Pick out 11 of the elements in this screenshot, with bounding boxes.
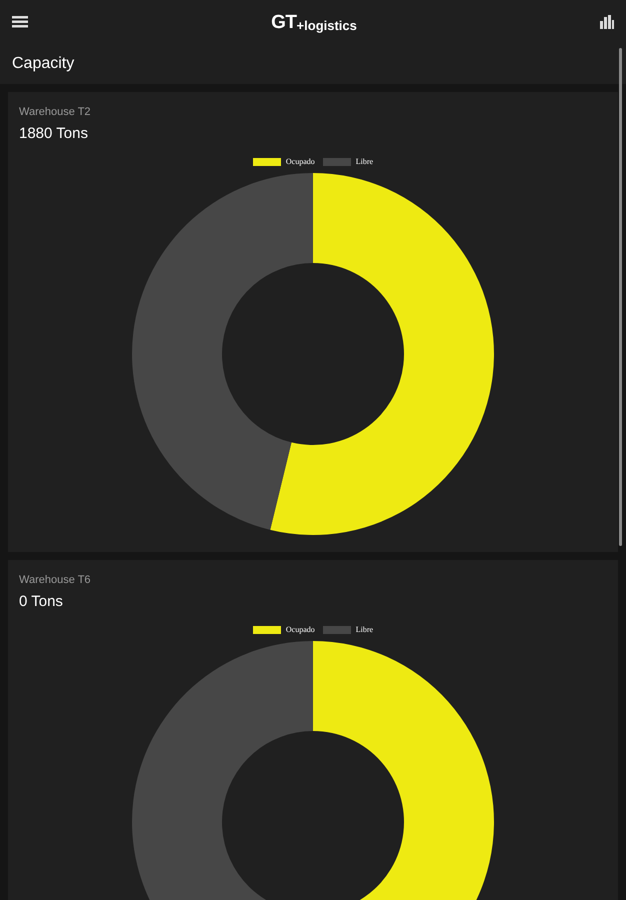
logo-mark: GT xyxy=(271,12,297,32)
legend-label: Ocupado xyxy=(286,624,315,636)
logo-text: +logistics xyxy=(296,18,357,32)
capacity-value: 1880 Tons xyxy=(19,124,89,144)
legend-label: Libre xyxy=(356,156,374,168)
warehouse-label: Warehouse T2 xyxy=(19,105,92,120)
warehouse-label: Warehouse T6 xyxy=(19,573,92,588)
page-title: Capacity xyxy=(12,54,74,74)
legend-label: Libre xyxy=(356,624,374,636)
legend-label: Ocupado xyxy=(286,156,315,168)
capacity-value: 0 Tons xyxy=(19,592,64,612)
